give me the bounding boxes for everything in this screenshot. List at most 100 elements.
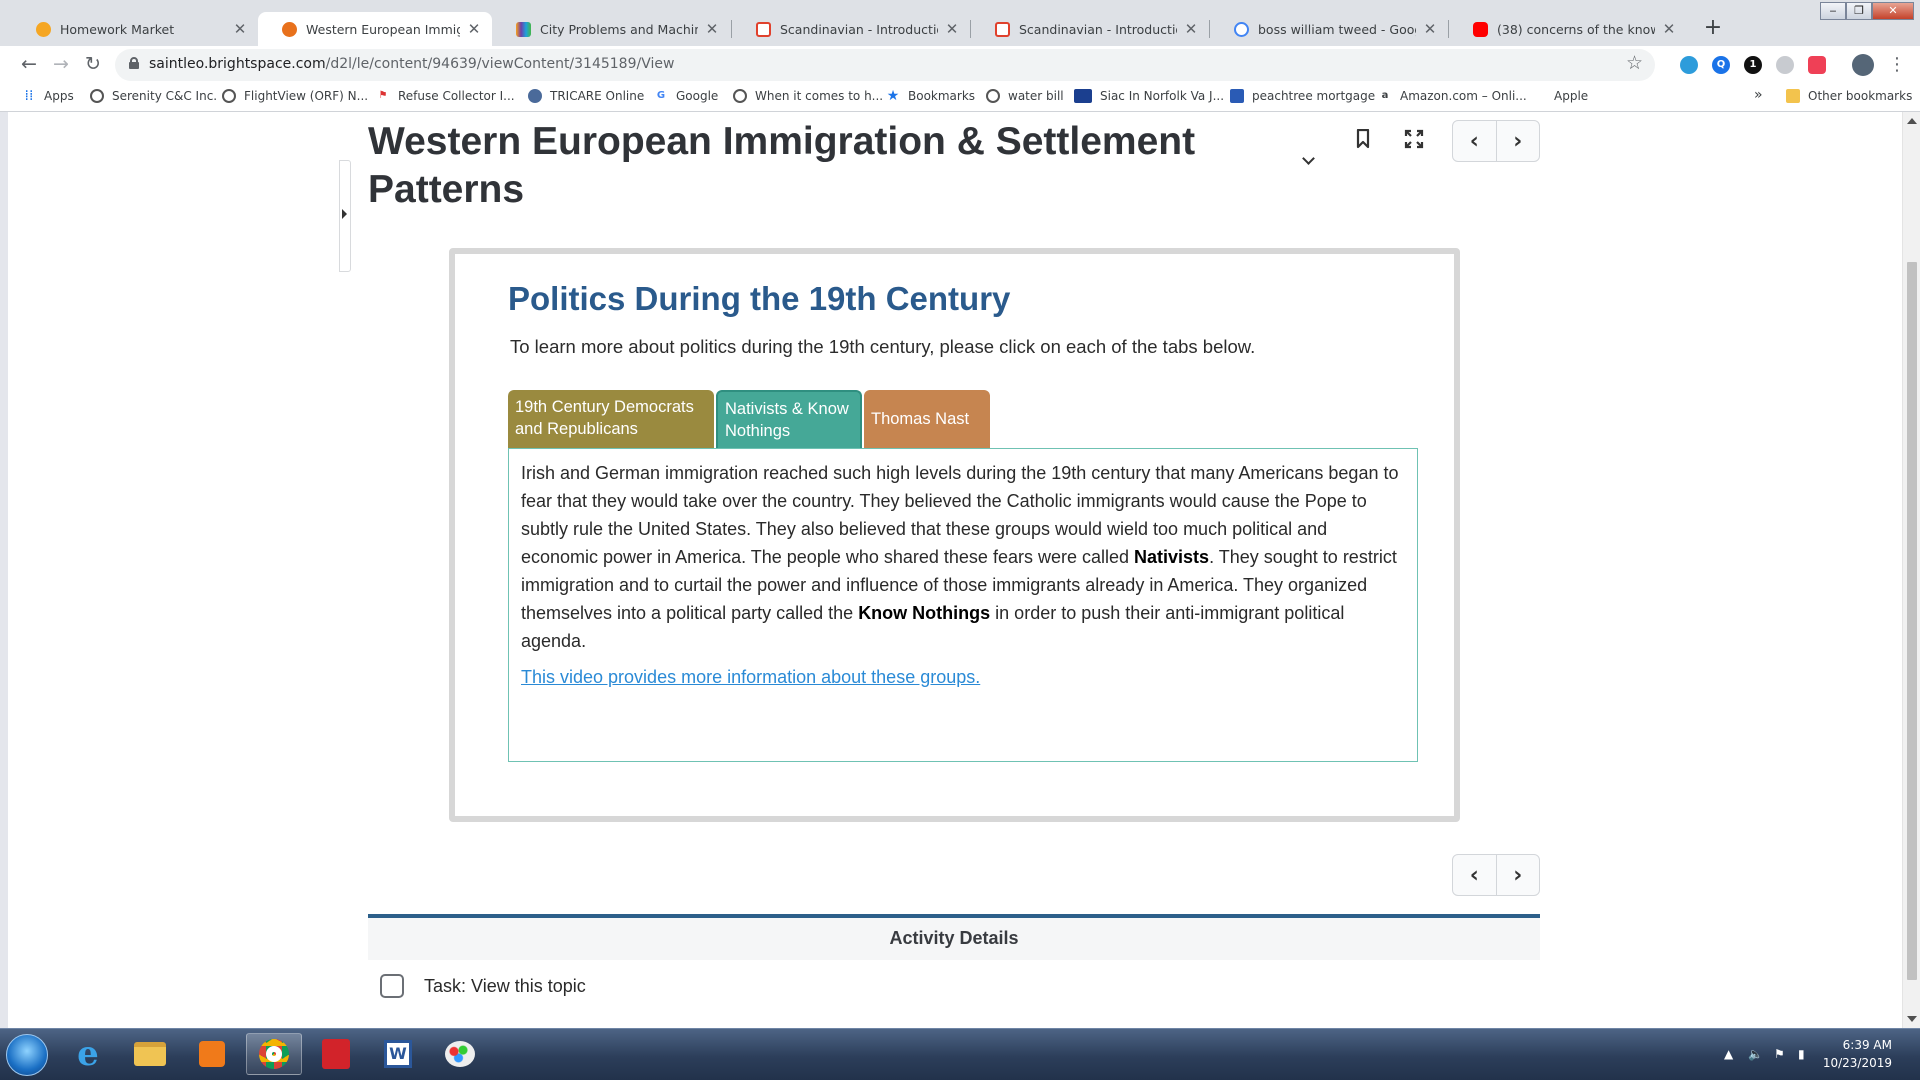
scroll-thumb[interactable] (1907, 262, 1917, 980)
password-extension-icon[interactable]: 1 (1744, 56, 1762, 74)
page-content: Western European Immigration & Settlemen… (0, 112, 1920, 1028)
next-topic-button[interactable]: › (1495, 855, 1540, 895)
start-button[interactable] (6, 1034, 48, 1076)
profile-avatar[interactable] (1852, 54, 1874, 76)
file-explorer-icon[interactable] (122, 1033, 178, 1075)
tab-title: Scandinavian - Introduction - Imr (780, 21, 938, 37)
browser-tab[interactable]: Homework Market ✕ (12, 12, 258, 46)
bookmark-star-icon[interactable]: ☆ (1626, 52, 1643, 74)
close-tab-icon[interactable]: ✕ (1422, 20, 1438, 38)
folder-icon (1786, 89, 1800, 103)
bookmark-amazon[interactable]: a Amazon.com – Onli... (1378, 89, 1527, 103)
bookmark-label: TRICARE Online (550, 89, 645, 103)
panel-paragraph: Irish and German immigration reached suc… (521, 459, 1405, 655)
scroll-down-arrow-icon[interactable] (1907, 1016, 1917, 1022)
globe-icon (986, 89, 1000, 103)
tab-title: Western European Immigration & (306, 21, 460, 37)
show-hidden-icons-icon[interactable]: ▲ (1724, 1047, 1733, 1061)
cloud-extension-icon[interactable] (1680, 56, 1698, 74)
scroll-up-arrow-icon[interactable] (1907, 118, 1917, 124)
bookmark-serenity[interactable]: Serenity C&C Inc. (90, 89, 217, 103)
bookmark-bookmarks[interactable]: ★ Bookmarks (886, 89, 975, 103)
chevron-down-icon[interactable] (1300, 152, 1318, 170)
clock-date[interactable]: 10/23/2019 (1823, 1056, 1892, 1070)
bookmark-water-bill[interactable]: water bill (986, 89, 1064, 103)
tab-title: City Problems and Machine Polit (540, 21, 698, 37)
content-heading: Politics During the 19th Century (508, 280, 1011, 317)
clock-time[interactable]: 6:39 AM (1843, 1038, 1892, 1052)
amazon-icon: a (1381, 90, 1389, 101)
browser-tab[interactable]: Scandinavian - Introduction - Imr ✕ (971, 12, 1209, 46)
bookmark-tricare[interactable]: TRICARE Online (528, 89, 644, 103)
bookmarks-overflow-button[interactable]: » (1754, 87, 1763, 103)
expand-sidebar-button[interactable] (339, 160, 351, 272)
bookmark-refuse-collector[interactable]: ⚑ Refuse Collector I... (376, 89, 515, 103)
bookmark-apps[interactable]: ⁞⁞ Apps (22, 89, 74, 103)
action-center-flag-icon[interactable]: ⚑ (1774, 1047, 1785, 1061)
browser-toolbar: ← → ↻ saintleo.brightspace.com/d2l/le/co… (0, 46, 1920, 84)
bookmark-flightview[interactable]: FlightView (ORF) N... (222, 89, 368, 103)
page-scrollbar[interactable] (1902, 112, 1920, 1028)
close-tab-icon[interactable]: ✕ (232, 20, 248, 38)
close-window-button[interactable]: ✕ (1872, 2, 1914, 20)
close-tab-icon[interactable]: ✕ (1661, 20, 1677, 38)
globe-icon (222, 89, 236, 103)
next-topic-button[interactable]: › (1495, 121, 1540, 161)
close-tab-icon[interactable]: ✕ (1183, 20, 1199, 38)
bookmark-label: FlightView (ORF) N... (244, 89, 369, 103)
network-icon[interactable]: ▮ (1798, 1047, 1805, 1061)
media-player-icon[interactable] (184, 1033, 240, 1075)
tab-democrats-republicans[interactable]: 19th Century Democrats and Republicans (508, 390, 714, 448)
tab-nativists-know-nothings[interactable]: Nativists & Know Nothings (716, 390, 862, 448)
pocket-extension-icon[interactable] (1808, 56, 1826, 74)
close-tab-icon[interactable]: ✕ (944, 20, 960, 38)
document-favicon-icon (995, 22, 1010, 37)
bookmark-label: Serenity C&C Inc. (112, 89, 218, 103)
left-edge-strip (0, 112, 8, 1028)
apple-icon (1532, 89, 1546, 103)
browser-tab[interactable]: City Problems and Machine Polit ✕ (492, 12, 730, 46)
acrobat-icon[interactable] (308, 1033, 364, 1075)
chrome-taskbar-icon[interactable] (246, 1033, 302, 1075)
search-extension-icon[interactable]: Q (1712, 56, 1730, 74)
puzzle-extension-icon[interactable] (1776, 56, 1794, 74)
bookmark-when-it-comes[interactable]: When it comes to h... (733, 89, 883, 103)
nbc-favicon-icon (516, 22, 531, 37)
video-link[interactable]: This video provides more information abo… (521, 663, 980, 691)
previous-topic-button[interactable]: ‹ (1453, 121, 1496, 161)
browser-tab[interactable]: Scandinavian - Introduction - Imr ✕ (732, 12, 970, 46)
restore-window-button[interactable]: ❐ (1846, 2, 1872, 20)
minimize-window-button[interactable]: ‒ (1820, 2, 1846, 20)
homework-market-favicon-icon (36, 22, 51, 37)
tab-thomas-nast[interactable]: Thomas Nast (864, 390, 990, 448)
close-tab-icon[interactable]: ✕ (466, 20, 482, 38)
browser-tab[interactable]: boss william tweed - Google Sea ✕ (1210, 12, 1448, 46)
address-bar[interactable]: saintleo.brightspace.com/d2l/le/content/… (115, 49, 1655, 81)
bookmark-label: Bookmarks (908, 89, 976, 103)
close-tab-icon[interactable]: ✕ (704, 20, 720, 38)
bookmark-icon[interactable] (1356, 128, 1370, 149)
volume-icon[interactable]: 🔈 (1748, 1047, 1763, 1061)
internet-explorer-icon[interactable]: e (60, 1033, 116, 1075)
tab-title: boss william tweed - Google Sea (1258, 21, 1416, 37)
browser-tab[interactable]: (38) concerns of the know nothin ✕ (1449, 12, 1687, 46)
bookmark-siac[interactable]: Siac In Norfolk Va J... (1074, 89, 1224, 103)
reload-icon[interactable]: ↻ (80, 52, 106, 78)
bookmark-apple[interactable]: Apple (1532, 89, 1588, 103)
word-icon[interactable]: W (370, 1033, 426, 1075)
forward-arrow-icon[interactable]: → (48, 52, 74, 78)
bookmark-label: Siac In Norfolk Va J... (1100, 89, 1225, 103)
bookmark-peachtree[interactable]: peachtree mortgage (1230, 89, 1375, 103)
bookmark-google[interactable]: G Google (654, 89, 718, 103)
task-checkbox[interactable] (380, 974, 404, 998)
back-arrow-icon[interactable]: ← (16, 52, 42, 78)
previous-topic-button[interactable]: ‹ (1453, 855, 1496, 895)
paint-icon[interactable] (432, 1033, 488, 1075)
browser-tab-active[interactable]: Western European Immigration & ✕ (258, 12, 492, 46)
fullscreen-icon[interactable] (1404, 129, 1424, 149)
browser-menu-icon[interactable]: ⋮ (1884, 52, 1910, 78)
task-label: Task: View this topic (424, 975, 586, 996)
new-tab-button[interactable]: + (1699, 15, 1727, 43)
other-bookmarks[interactable]: Other bookmarks (1786, 89, 1912, 103)
term-know-nothings: Know Nothings (858, 603, 991, 623)
